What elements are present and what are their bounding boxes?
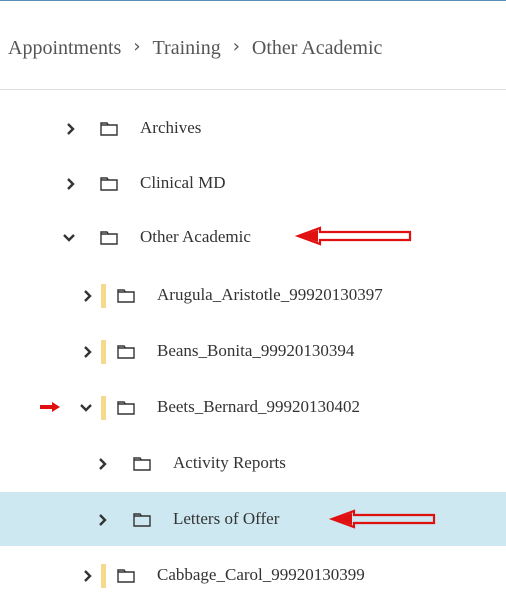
breadcrumb-item-appointments[interactable]: Appointments bbox=[8, 33, 121, 63]
tree-item-label: Cabbage_Carol_99920130399 bbox=[157, 565, 365, 584]
folder-icon bbox=[117, 568, 135, 583]
chevron-right-icon[interactable] bbox=[63, 121, 79, 137]
breadcrumb-divider bbox=[0, 89, 506, 90]
chevron-right-icon[interactable] bbox=[80, 288, 96, 304]
folder-icon bbox=[133, 456, 151, 471]
tree-item-arugula-aristotle[interactable]: Arugula_Aristotle_99920130397 bbox=[0, 268, 506, 322]
chevron-right-icon[interactable] bbox=[95, 512, 111, 528]
level-indicator-bar bbox=[101, 340, 106, 364]
annotation-arrow-icon bbox=[294, 226, 412, 246]
chevron-right-icon[interactable] bbox=[80, 568, 96, 584]
folder-icon bbox=[100, 176, 118, 191]
tree-item-label: Archives bbox=[140, 118, 202, 137]
tree-item-label: Letters of Offer bbox=[173, 509, 280, 528]
breadcrumb-separator-icon: › bbox=[232, 36, 240, 57]
annotation-arrow-icon bbox=[40, 402, 60, 412]
chevron-right-icon[interactable] bbox=[80, 344, 96, 360]
breadcrumb-item-training[interactable]: Training bbox=[153, 33, 221, 63]
chevron-right-icon[interactable] bbox=[63, 176, 79, 192]
tree-item-activity-reports[interactable]: Activity Reports bbox=[0, 436, 506, 490]
tree-item-other-academic[interactable]: Other Academic bbox=[0, 210, 506, 264]
tree-item-beets-bernard[interactable]: Beets_Bernard_99920130402 bbox=[0, 380, 506, 434]
breadcrumb: Appointments › Training › Other Academic bbox=[8, 33, 382, 63]
chevron-down-icon[interactable] bbox=[61, 230, 77, 246]
level-indicator-bar bbox=[101, 564, 106, 588]
tree-item-clinical-md[interactable]: Clinical MD bbox=[0, 156, 506, 210]
tree-item-letters-of-offer[interactable]: Letters of Offer bbox=[0, 492, 506, 546]
level-indicator-bar bbox=[101, 396, 106, 420]
folder-icon bbox=[133, 512, 151, 527]
folder-icon bbox=[117, 344, 135, 359]
tree-item-archives[interactable]: Archives bbox=[0, 102, 506, 156]
tree-item-label: Beets_Bernard_99920130402 bbox=[157, 397, 361, 416]
tree-item-label: Activity Reports bbox=[173, 453, 286, 472]
folder-icon bbox=[100, 230, 118, 245]
tree-item-beans-bonita[interactable]: Beans_Bonita_99920130394 bbox=[0, 324, 506, 378]
tree-item-label: Beans_Bonita_99920130394 bbox=[157, 341, 355, 360]
annotation-arrow-icon bbox=[328, 509, 436, 529]
top-rule bbox=[0, 0, 506, 1]
chevron-right-icon[interactable] bbox=[95, 456, 111, 472]
tree-item-label: Other Academic bbox=[140, 227, 251, 246]
tree-item-cabbage-carol[interactable]: Cabbage_Carol_99920130399 bbox=[0, 548, 506, 596]
tree-item-label: Clinical MD bbox=[140, 173, 226, 192]
folder-icon bbox=[117, 288, 135, 303]
breadcrumb-separator-icon: › bbox=[133, 36, 141, 57]
folder-icon bbox=[100, 121, 118, 136]
folder-icon bbox=[117, 400, 135, 415]
breadcrumb-item-other-academic[interactable]: Other Academic bbox=[252, 33, 383, 63]
level-indicator-bar bbox=[101, 284, 106, 308]
tree-item-label: Arugula_Aristotle_99920130397 bbox=[157, 285, 383, 304]
chevron-down-icon[interactable] bbox=[78, 400, 94, 416]
